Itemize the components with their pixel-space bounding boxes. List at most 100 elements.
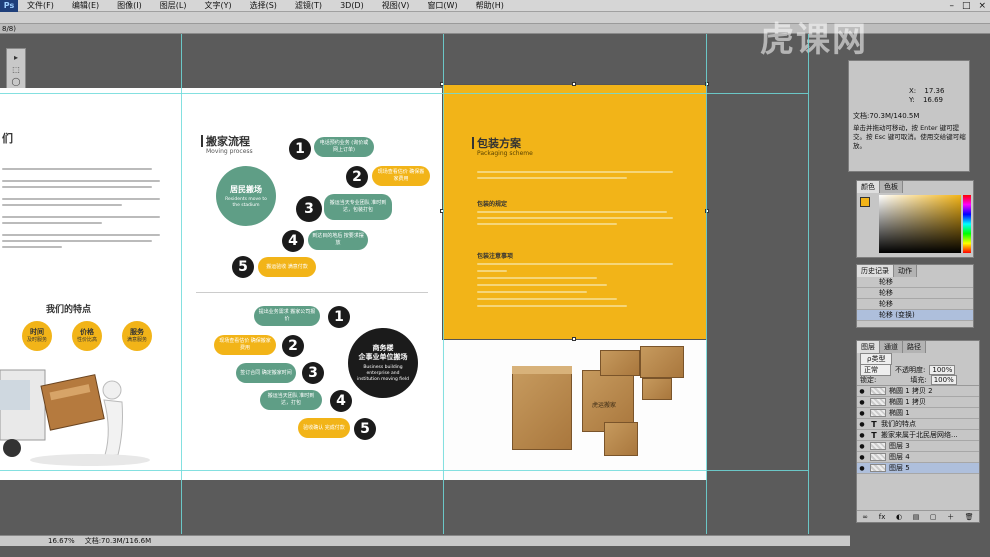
visibility-eye-icon[interactable]: ●	[857, 421, 867, 428]
box-back-2	[640, 346, 684, 378]
visibility-eye-icon[interactable]: ●	[857, 410, 867, 417]
mask-icon[interactable]: ◐	[896, 513, 902, 521]
menu-filter[interactable]: 滤镜(T)	[286, 0, 331, 11]
color-panel: 颜色 色板	[856, 180, 974, 258]
layers-panel-tabs: 图层 通道 路径	[857, 341, 979, 353]
layer-row[interactable]: ● 图层 4	[857, 452, 979, 463]
history-row-selected[interactable]: 轮移 (变换)	[857, 310, 973, 321]
visibility-eye-icon[interactable]: ●	[857, 465, 867, 472]
residents-move-subtitle: Residents move to the stadium	[225, 196, 267, 208]
guide-vertical	[808, 34, 809, 534]
history-row[interactable]: 轮移	[857, 288, 973, 299]
lasso-tool-icon[interactable]: ◯	[9, 77, 23, 86]
menu-edit[interactable]: 编辑(E)	[63, 0, 108, 11]
history-row[interactable]: 轮移	[857, 299, 973, 310]
visibility-eye-icon[interactable]: ●	[857, 399, 867, 406]
menu-window[interactable]: 窗口(W)	[418, 0, 466, 11]
marquee-tool-icon[interactable]: ⬚	[9, 65, 23, 74]
layer-style-icon[interactable]: fx	[879, 513, 886, 521]
minimize-icon[interactable]: –	[949, 1, 954, 11]
watermark-logo: 虎课网	[760, 20, 868, 60]
menu-view[interactable]: 视图(V)	[373, 0, 419, 11]
move-tool-icon[interactable]: ▸	[9, 53, 23, 62]
menu-help[interactable]: 帮助(H)	[467, 0, 513, 11]
menu-image[interactable]: 图像(I)	[108, 0, 151, 11]
box-back-1	[600, 350, 640, 376]
menu-3d[interactable]: 3D(D)	[331, 1, 373, 10]
layer-row[interactable]: ● 椭圆 1 拷贝	[857, 397, 979, 408]
tab-actions[interactable]: 动作	[894, 265, 917, 277]
link-layers-icon[interactable]: ∞	[862, 513, 868, 521]
bottom-step-2: 2	[282, 335, 304, 357]
transform-handle-t[interactable]	[572, 82, 576, 86]
business-move-title: 商务楼 企事业单位搬场	[358, 343, 408, 361]
tab-paths[interactable]: 路径	[903, 341, 926, 353]
visibility-eye-icon[interactable]: ●	[857, 443, 867, 450]
transform-handle-b[interactable]	[572, 337, 576, 341]
bottom-step-1-pill: 提出业务需求 搬家公司报价	[254, 306, 320, 326]
layer-name: 椭圆 1 拷贝	[889, 398, 926, 406]
color-fg-swatch[interactable]	[860, 197, 870, 207]
menu-type[interactable]: 文字(Y)	[195, 0, 240, 11]
delete-layer-icon[interactable]: 🗑	[965, 513, 974, 521]
layer-name: 椭圆 1 拷贝 2	[889, 387, 933, 395]
hue-slider[interactable]	[963, 195, 971, 253]
moving-process-subtitle: Moving process	[206, 148, 253, 155]
visibility-eye-icon[interactable]: ●	[857, 388, 867, 395]
layer-row[interactable]: ● 图层 3	[857, 441, 979, 452]
info-x-label: X:	[909, 87, 917, 95]
opacity-input[interactable]: 100%	[929, 364, 956, 375]
menu-layer[interactable]: 图层(L)	[151, 0, 196, 11]
layer-name: 搬家来属于北民居网络...	[881, 431, 958, 439]
layer-name: 椭圆 1	[889, 409, 910, 417]
menu-file[interactable]: 文件(F)	[18, 0, 63, 11]
top-step-4: 4	[282, 230, 304, 252]
group-icon[interactable]: ▢	[930, 513, 937, 521]
section-divider	[196, 292, 428, 293]
text-layer-icon: T	[871, 419, 877, 429]
document-size[interactable]: 文档:70.3M/116.6M	[85, 536, 151, 546]
window-controls: – □ ×	[949, 0, 986, 12]
tab-layers[interactable]: 图层	[857, 341, 880, 353]
opacity-label: 不透明度:	[895, 365, 926, 374]
top-step-1: 1	[289, 138, 311, 160]
visibility-eye-icon[interactable]: ●	[857, 454, 867, 461]
layer-thumbnail	[870, 442, 886, 450]
layer-row-selected[interactable]: ● 图层 5	[857, 463, 979, 474]
packaging-panel[interactable]: 包装方案 Packaging scheme 包装的规定 包装注意事项	[442, 84, 707, 340]
top-step-3-pill: 搬运当天专业团队 准时到达，包装打包	[324, 194, 392, 220]
fill-input[interactable]: 100%	[930, 375, 957, 385]
history-row[interactable]: 轮移	[857, 277, 973, 288]
visibility-eye-icon[interactable]: ●	[857, 432, 867, 439]
menu-select[interactable]: 选择(S)	[241, 0, 286, 11]
close-icon[interactable]: ×	[978, 1, 986, 11]
layer-row[interactable]: ● 椭圆 1 拷贝 2	[857, 386, 979, 397]
menu-bar: Ps 文件(F) 编辑(E) 图像(I) 图层(L) 文字(Y) 选择(S) 滤…	[0, 0, 990, 12]
boxes-photo: 虎运搬家	[442, 340, 707, 480]
guide-vertical	[181, 34, 182, 534]
new-layer-icon[interactable]: ＋	[947, 512, 954, 522]
box-brand-label: 虎运搬家	[592, 402, 617, 409]
top-step-4-pill: 到达目的地后 按要求摆放	[308, 230, 368, 250]
color-picker-field[interactable]	[879, 195, 961, 253]
adjustment-icon[interactable]: ▤	[913, 513, 920, 521]
zoom-level[interactable]: 16.67%	[48, 537, 75, 545]
feature-time-sub: 及时服务	[26, 337, 47, 343]
feature-price-title: 价格	[80, 328, 94, 336]
info-y-label: Y:	[909, 96, 915, 104]
packaging-intro-text	[477, 171, 673, 179]
blend-mode-select[interactable]: 正常	[860, 363, 891, 376]
bottom-step-5: 5	[354, 418, 376, 440]
layer-thumbnail	[870, 464, 886, 472]
layer-row[interactable]: ● 椭圆 1	[857, 408, 979, 419]
tab-channels[interactable]: 通道	[880, 341, 903, 353]
tab-color[interactable]: 颜色	[857, 181, 880, 193]
text-layer-icon: T	[871, 430, 877, 440]
layer-name: 我们的特点	[881, 420, 916, 428]
maximize-icon[interactable]: □	[962, 1, 971, 11]
layer-thumbnail	[870, 398, 886, 406]
tab-swatches[interactable]: 色板	[880, 181, 903, 193]
layer-row[interactable]: ● T 我们的特点	[857, 419, 979, 430]
layer-row[interactable]: ● T 搬家来属于北民居网络...	[857, 430, 979, 441]
tab-history[interactable]: 历史记录	[857, 265, 894, 277]
